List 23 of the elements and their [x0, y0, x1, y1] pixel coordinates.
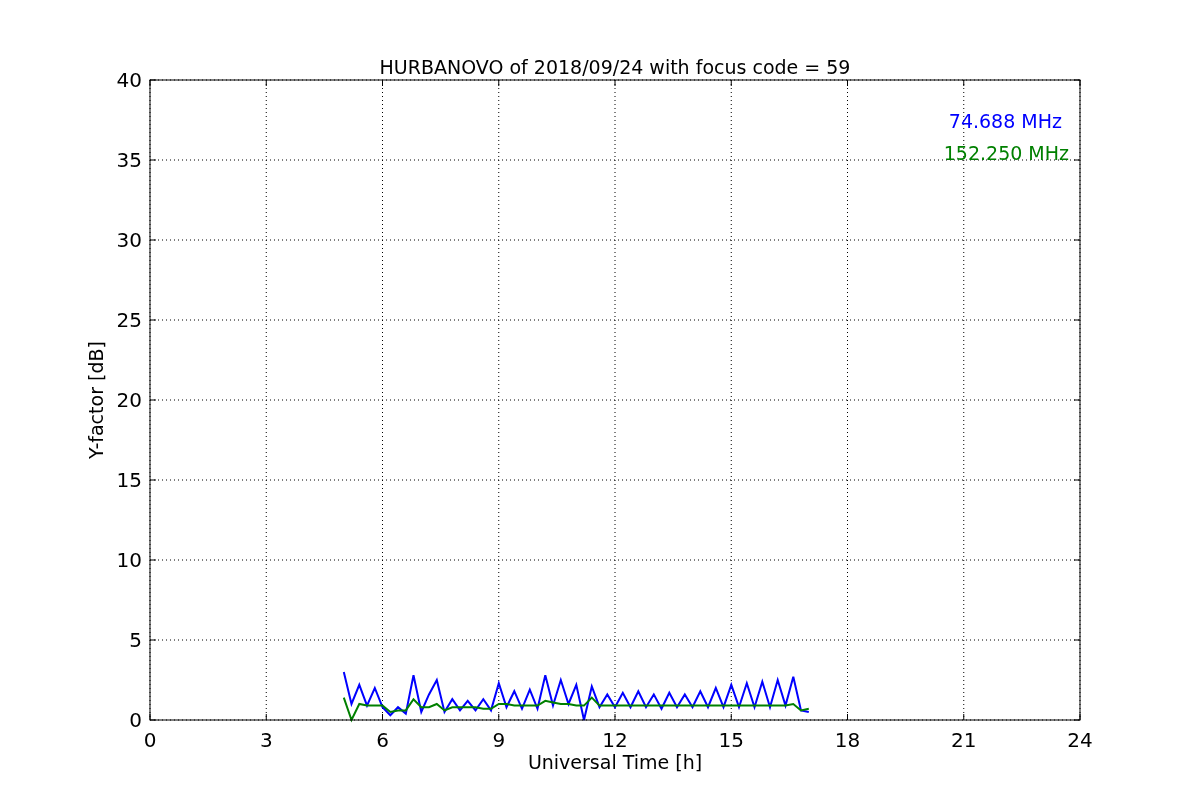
- x-tick-label: 18: [834, 728, 861, 752]
- chart-title: HURBANOVO of 2018/09/24 with focus code = 59: [379, 56, 851, 78]
- x-tick-label: 6: [376, 728, 389, 752]
- y-tick-label: 5: [129, 628, 142, 652]
- x-tick-label: 3: [259, 728, 273, 752]
- y-tick-label: 10: [116, 548, 142, 572]
- y-tick-label: 25: [116, 308, 142, 332]
- y-tick-label: 20: [116, 388, 142, 412]
- x-axis-label: Universal Time [h]: [527, 751, 703, 773]
- y-tick-label: 30: [116, 228, 142, 252]
- y-tick-label: 35: [116, 148, 142, 172]
- y-tick-label: 40: [116, 68, 142, 92]
- x-tick-label: 24: [1067, 728, 1093, 752]
- x-tick-label: 15: [718, 728, 744, 752]
- y-axis-label: Y-factor [dB]: [85, 341, 107, 459]
- y-tick-label: 15: [116, 468, 142, 492]
- legend-label: 74.688 MHz: [948, 110, 1062, 132]
- x-tick-label: 12: [602, 728, 628, 752]
- y-tick-label: 0: [129, 708, 142, 732]
- x-tick-label: 9: [492, 728, 506, 752]
- legend-label: 152.250 MHz: [943, 142, 1069, 164]
- x-tick-label: 0: [143, 728, 157, 752]
- x-tick-label: 21: [951, 728, 977, 752]
